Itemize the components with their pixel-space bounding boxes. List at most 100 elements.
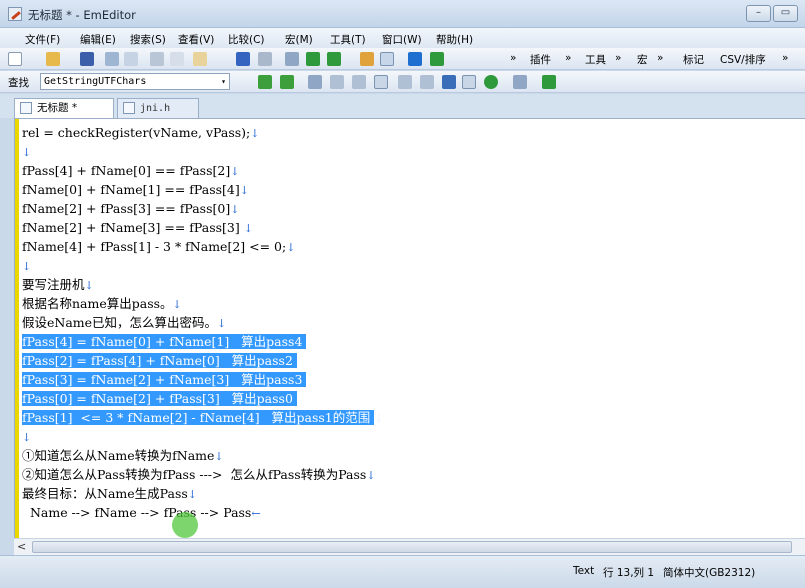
- toolbar-more-1[interactable]: »: [510, 52, 516, 64]
- newline-marker: ↓: [243, 222, 253, 235]
- undo-icon[interactable]: [236, 52, 250, 66]
- wrap-toggle-icon[interactable]: [380, 52, 394, 66]
- batch-find-icon[interactable]: [484, 75, 498, 89]
- multiline-icon[interactable]: [420, 75, 434, 89]
- find-input[interactable]: GetStringUTFChars ▾: [40, 73, 230, 90]
- editor-line[interactable]: fPass[0] = fName[2] + fPass[3] 算出pass0: [22, 389, 383, 408]
- open-folder-icon[interactable]: [46, 52, 60, 66]
- print-icon[interactable]: [105, 52, 119, 66]
- newline-marker: ↓: [187, 488, 197, 501]
- editor-line[interactable]: fName[2] + fName[3] == fPass[3] ↓: [22, 218, 383, 237]
- find-next-icon-2[interactable]: [258, 75, 272, 89]
- csv-sort-toolbar-button[interactable]: CSV/排序: [720, 52, 766, 67]
- editor-line[interactable]: ↓: [22, 427, 383, 446]
- editor-line[interactable]: fPass[2] = fPass[4] + fName[0] 算出pass2: [22, 351, 383, 370]
- editor-line[interactable]: 最终目标：从Name生成Pass↓: [22, 484, 383, 503]
- tab-jni-h[interactable]: jni.h: [117, 98, 199, 118]
- find-icon[interactable]: [285, 52, 299, 66]
- editor-line[interactable]: ↓: [22, 142, 383, 161]
- editor-line-text: fPass[4] + fName[0] == fPass[2]: [22, 163, 231, 178]
- editor-line[interactable]: fName[2] + fPass[3] == fPass[0]↓: [22, 199, 383, 218]
- newline-marker: ↓: [214, 450, 224, 463]
- print-preview-icon[interactable]: [124, 52, 138, 66]
- editor-line[interactable]: ↓: [22, 256, 383, 275]
- find-previous-icon[interactable]: [327, 52, 341, 66]
- find-toolbar: 查找 GetStringUTFChars ▾: [0, 71, 805, 93]
- new-file-icon[interactable]: [8, 52, 22, 66]
- copy-icon[interactable]: [170, 52, 184, 66]
- editor-line[interactable]: 根据名称name算出pass。↓: [22, 294, 383, 313]
- menu-search[interactable]: 搜索(S): [130, 32, 166, 47]
- editor-line[interactable]: fPass[1] <= 3 * fName[2] - fName[4] 算出pa…: [22, 408, 383, 427]
- editor-line[interactable]: fPass[4] + fName[0] == fPass[2]↓: [22, 161, 383, 180]
- editor-line[interactable]: fPass[4] = fName[0] + fName[1] 算出pass4: [22, 332, 383, 351]
- menu-tools[interactable]: 工具(T): [330, 32, 366, 47]
- search-icon[interactable]: [308, 75, 322, 89]
- scroll-left-icon[interactable]: <: [17, 540, 26, 553]
- restore-button[interactable]: ▭: [773, 5, 798, 22]
- editor-line[interactable]: ②知道怎么从Pass转换为fPass ---> 怎么从fPass转换为Pass↓: [22, 465, 383, 484]
- menu-help[interactable]: 帮助(H): [436, 32, 473, 47]
- toolbar-more-4[interactable]: »: [657, 52, 663, 64]
- menu-edit[interactable]: 编辑(E): [80, 32, 116, 47]
- plugins-toolbar-button[interactable]: 插件: [530, 52, 551, 67]
- editor-line[interactable]: rel = checkRegister(vName, vPass);↓: [22, 123, 383, 142]
- find-input-value: GetStringUTFChars: [44, 76, 147, 87]
- menu-macros[interactable]: 宏(M): [285, 32, 313, 47]
- newline-marker: ←: [251, 507, 261, 520]
- newline-marker: ↓: [230, 203, 240, 216]
- editor-line[interactable]: ①知道怎么从Name转换为fName↓: [22, 446, 383, 465]
- horizontal-scrollbar[interactable]: <: [14, 538, 805, 555]
- redo-icon[interactable]: [258, 52, 272, 66]
- escape-seq-icon[interactable]: [398, 75, 412, 89]
- marks-toolbar-button[interactable]: 标记: [683, 52, 704, 67]
- outline-icon[interactable]: [430, 52, 444, 66]
- editor-line-text: fPass[3] = fName[2] + fName[3] 算出pass3: [22, 372, 307, 387]
- whole-word-icon[interactable]: [352, 75, 366, 89]
- newline-marker: ↓: [239, 184, 249, 197]
- find-previous-icon-2[interactable]: [280, 75, 294, 89]
- document-icon: [20, 102, 32, 114]
- highlight-icon[interactable]: [360, 52, 374, 66]
- toolbar-more-5[interactable]: »: [782, 52, 788, 64]
- tab-untitled[interactable]: 无标题 * ×: [14, 98, 143, 118]
- cut-icon[interactable]: [150, 52, 164, 66]
- find-next-icon[interactable]: [306, 52, 320, 66]
- mouse-cursor-highlight: [172, 512, 198, 538]
- paste-icon[interactable]: [193, 52, 207, 66]
- minimize-button[interactable]: –: [746, 5, 771, 22]
- menu-file[interactable]: 文件(F): [25, 32, 60, 47]
- status-encoding[interactable]: 简体中文(GB2312): [663, 565, 755, 580]
- toolbar-more-2[interactable]: »: [565, 52, 571, 64]
- find-options-icon[interactable]: [513, 75, 527, 89]
- macros-toolbar-button[interactable]: 宏: [637, 52, 648, 67]
- editor-line[interactable]: 假设eName已知，怎么算出密码。↓: [22, 313, 383, 332]
- tools-toolbar-button[interactable]: 工具: [585, 52, 606, 67]
- editor-line-text: fPass[1] <= 3 * fName[2] - fName[4] 算出pa…: [22, 410, 375, 425]
- close-find-bar-icon[interactable]: [542, 75, 556, 89]
- editor-line[interactable]: fPass[3] = fName[2] + fName[3] 算出pass3: [22, 370, 383, 389]
- text-editor[interactable]: rel = checkRegister(vName, vPass);↓ ↓ fPas…: [14, 118, 805, 538]
- newline-marker: ↓: [22, 431, 32, 444]
- newline-marker: ↓: [366, 469, 376, 482]
- in-selection-icon[interactable]: [462, 75, 476, 89]
- layout-icon[interactable]: [408, 52, 422, 66]
- find-dropdown-icon[interactable]: ▾: [221, 74, 226, 89]
- match-case-icon[interactable]: [330, 75, 344, 89]
- editor-line[interactable]: Name --> fName --> fPass --> Pass←: [22, 503, 383, 522]
- editor-line[interactable]: 要写注册机↓: [22, 275, 383, 294]
- editor-line-text: fPass[0] = fName[2] + fPass[3] 算出pass0: [22, 391, 297, 406]
- menu-compare[interactable]: 比较(C): [228, 32, 265, 47]
- editor-line-text: fName[4] + fPass[1] - 3 * fName[2] <= 0;: [22, 239, 287, 254]
- toolbar-more-3[interactable]: »: [615, 52, 621, 64]
- window-title: 无标题 * - EmEditor: [28, 8, 136, 22]
- editor-line[interactable]: fName[4] + fPass[1] - 3 * fName[2] <= 0;…: [22, 237, 383, 256]
- save-icon[interactable]: [80, 52, 94, 66]
- regex-icon[interactable]: [374, 75, 388, 89]
- newline-marker: ↓: [22, 146, 32, 159]
- editor-line[interactable]: fName[0] + fName[1] == fPass[4]↓: [22, 180, 383, 199]
- scrollbar-thumb[interactable]: [32, 541, 792, 553]
- highlight-matches-icon[interactable]: [442, 75, 456, 89]
- menu-view[interactable]: 查看(V): [178, 32, 214, 47]
- menu-window[interactable]: 窗口(W): [382, 32, 422, 47]
